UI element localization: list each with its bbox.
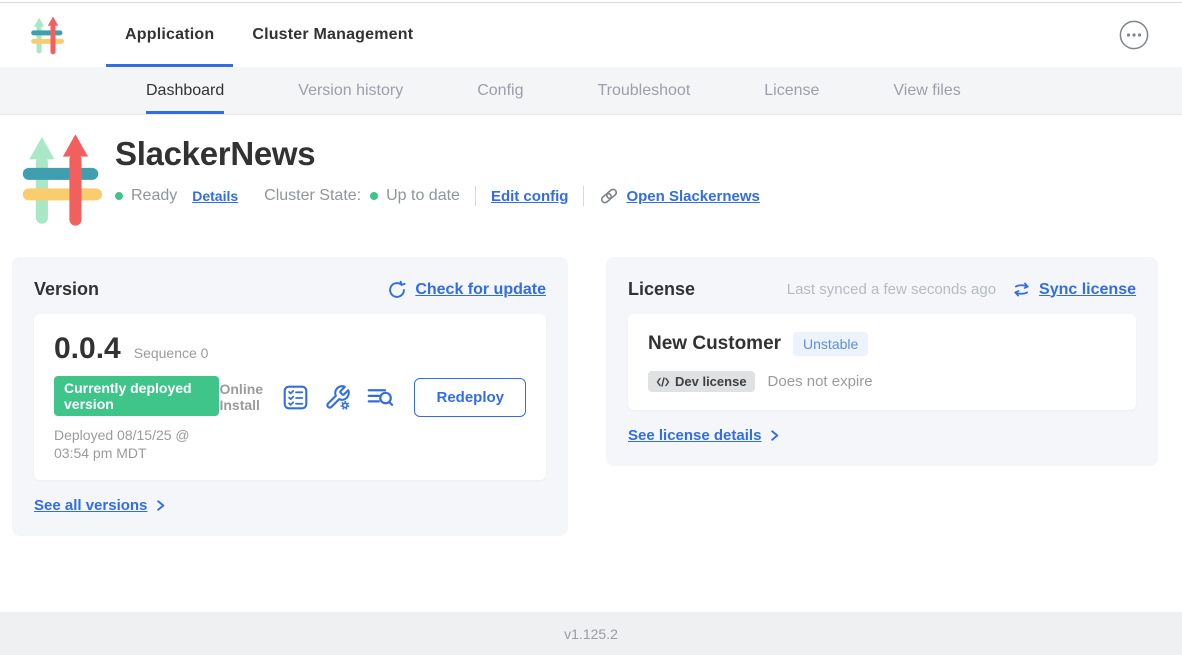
- cluster-state-label: Cluster State:: [264, 187, 361, 205]
- page-title: SlackerNews: [115, 135, 760, 173]
- app-footer: v1.125.2: [0, 612, 1182, 655]
- tab-cluster-management[interactable]: Cluster Management: [233, 3, 432, 67]
- version-number: 0.0.4: [54, 332, 121, 366]
- preflight-checks-button[interactable]: [282, 384, 309, 411]
- main-nav: Application Cluster Management: [0, 3, 1182, 67]
- license-type-label: Dev license: [675, 374, 747, 389]
- subtab-troubleshoot[interactable]: Troubleshoot: [597, 67, 690, 114]
- edit-config-link[interactable]: Edit config: [491, 188, 569, 205]
- dashboard-cards: Version Check for update 0.0.4 Sequence …: [12, 257, 1158, 536]
- redeploy-button[interactable]: Redeploy: [414, 378, 526, 417]
- check-for-update-label: Check for update: [415, 281, 546, 299]
- customer-name: New Customer: [648, 333, 781, 355]
- code-brackets-icon: [656, 376, 670, 388]
- divider: [583, 186, 584, 206]
- app-status-dot: [115, 192, 123, 200]
- last-synced-text: Last synced a few seconds ago: [787, 281, 996, 298]
- deployed-badge: Currently deployed version: [54, 376, 219, 416]
- main-nav-tabs: Application Cluster Management: [106, 3, 432, 67]
- install-type-label: Online Install: [219, 381, 267, 413]
- sync-arrows-icon: [1012, 280, 1031, 299]
- channel-badge: Unstable: [793, 332, 868, 356]
- see-all-versions-label: See all versions: [34, 497, 147, 514]
- subtab-version-history[interactable]: Version history: [298, 67, 403, 114]
- license-expiry-text: Does not expire: [768, 373, 873, 390]
- console-version-text: v1.125.2: [564, 626, 618, 642]
- subtab-license-label: License: [764, 82, 819, 100]
- status-details-link[interactable]: Details: [192, 188, 238, 204]
- chevron-right-icon: [767, 428, 782, 443]
- open-app-link-label: Open Slackernews: [626, 188, 759, 205]
- subtab-config[interactable]: Config: [477, 67, 523, 114]
- current-version-panel: 0.0.4 Sequence 0 Currently deployed vers…: [34, 314, 546, 480]
- replicated-app-logo-icon[interactable]: [30, 15, 64, 55]
- see-license-details-label: See license details: [628, 427, 761, 444]
- app-status-text: Ready: [131, 187, 177, 205]
- subtab-dashboard-label: Dashboard: [146, 82, 224, 100]
- tab-application[interactable]: Application: [106, 3, 233, 67]
- edit-config-button[interactable]: [324, 384, 351, 411]
- app-sub-nav: Dashboard Version history Config Trouble…: [0, 67, 1182, 115]
- ellipsis-circle-icon: [1118, 19, 1150, 51]
- overflow-menu-button[interactable]: [1118, 19, 1150, 51]
- subtab-version-history-label: Version history: [298, 82, 403, 100]
- subtab-view-files-label: View files: [893, 82, 960, 100]
- subtab-troubleshoot-label: Troubleshoot: [597, 82, 690, 100]
- link-chain-icon: [599, 186, 619, 206]
- version-card-title: Version: [34, 279, 99, 300]
- check-for-update-link[interactable]: Check for update: [387, 280, 546, 300]
- deployed-timestamp: Deployed 08/15/25 @ 03:54 pm MDT: [54, 426, 219, 462]
- subtab-config-label: Config: [477, 82, 523, 100]
- cluster-state-value: Up to date: [386, 187, 460, 205]
- see-all-versions-link[interactable]: See all versions: [34, 497, 168, 514]
- slackernews-logo-icon: [20, 131, 102, 227]
- app-header: SlackerNews Ready Details Cluster State:…: [0, 115, 1182, 227]
- tab-application-label: Application: [125, 26, 214, 44]
- subtab-dashboard[interactable]: Dashboard: [146, 67, 224, 114]
- subtab-license[interactable]: License: [764, 67, 819, 114]
- license-type-badge: Dev license: [648, 371, 755, 392]
- tab-cluster-management-label: Cluster Management: [252, 26, 413, 44]
- sync-license-link[interactable]: Sync license: [1012, 280, 1136, 299]
- refresh-icon: [387, 280, 407, 300]
- config-wrench-icon: [324, 384, 351, 411]
- subtab-view-files[interactable]: View files: [893, 67, 960, 114]
- sequence-label: Sequence 0: [134, 345, 209, 361]
- see-license-details-link[interactable]: See license details: [628, 427, 782, 444]
- version-card: Version Check for update 0.0.4 Sequence …: [12, 257, 568, 536]
- cluster-state-dot: [370, 192, 378, 200]
- license-card-title: License: [628, 279, 695, 300]
- sync-license-label: Sync license: [1039, 281, 1136, 299]
- preflight-checklist-icon: [282, 384, 309, 411]
- active-subtab-underline: [146, 111, 224, 114]
- view-logs-button[interactable]: [366, 384, 395, 411]
- license-panel: New Customer Unstable Dev license Does n…: [628, 314, 1136, 410]
- license-card: License Last synced a few seconds ago Sy…: [606, 257, 1158, 466]
- open-app-link[interactable]: Open Slackernews: [599, 186, 759, 206]
- view-logs-icon: [366, 384, 395, 411]
- app-status-row: Ready Details Cluster State: Up to date …: [115, 186, 760, 206]
- divider: [475, 186, 476, 206]
- chevron-right-icon: [153, 498, 168, 513]
